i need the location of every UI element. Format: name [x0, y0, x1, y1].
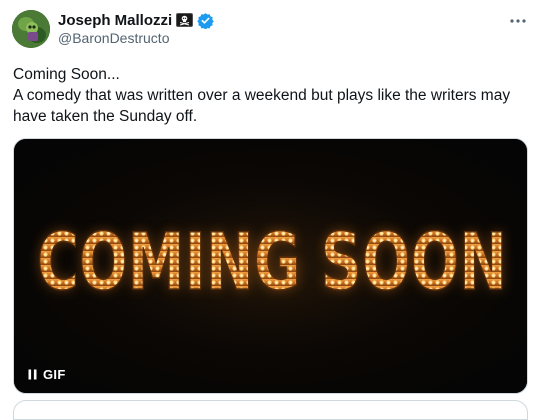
author-name-row: Joseph Mallozzi [58, 10, 214, 30]
tweet-text-line: Coming Soon... [13, 66, 120, 83]
gif-badge: GIF [43, 367, 66, 382]
more-options-button[interactable] [506, 10, 530, 30]
tweet[interactable]: Joseph Mallozzi @BaronDestructo Coming S… [0, 0, 540, 420]
author-handle[interactable]: @BaronDestructo [58, 30, 169, 46]
gif-media[interactable]: COMING SOON COMING SOON GIF [13, 138, 528, 394]
avatar[interactable] [12, 10, 50, 48]
tweet-text-line: have taken the Sunday off. [13, 108, 198, 125]
tweet-text-line: A comedy that was written over a weekend… [13, 87, 511, 104]
gif-playback-control[interactable]: GIF [28, 367, 66, 382]
more-horizontal-icon [509, 11, 527, 29]
author-display-name[interactable]: Joseph Mallozzi [58, 12, 172, 29]
pirate-flag-icon [176, 13, 194, 27]
next-card-edge [13, 400, 528, 420]
coming-soon-sign: COMING SOON COMING SOON [14, 139, 527, 393]
verified-badge-icon[interactable] [197, 12, 214, 29]
tweet-text: Coming Soon... A comedy that was written… [13, 64, 533, 127]
pause-icon[interactable] [28, 369, 37, 380]
coming-soon-text: COMING SOON [37, 218, 507, 308]
